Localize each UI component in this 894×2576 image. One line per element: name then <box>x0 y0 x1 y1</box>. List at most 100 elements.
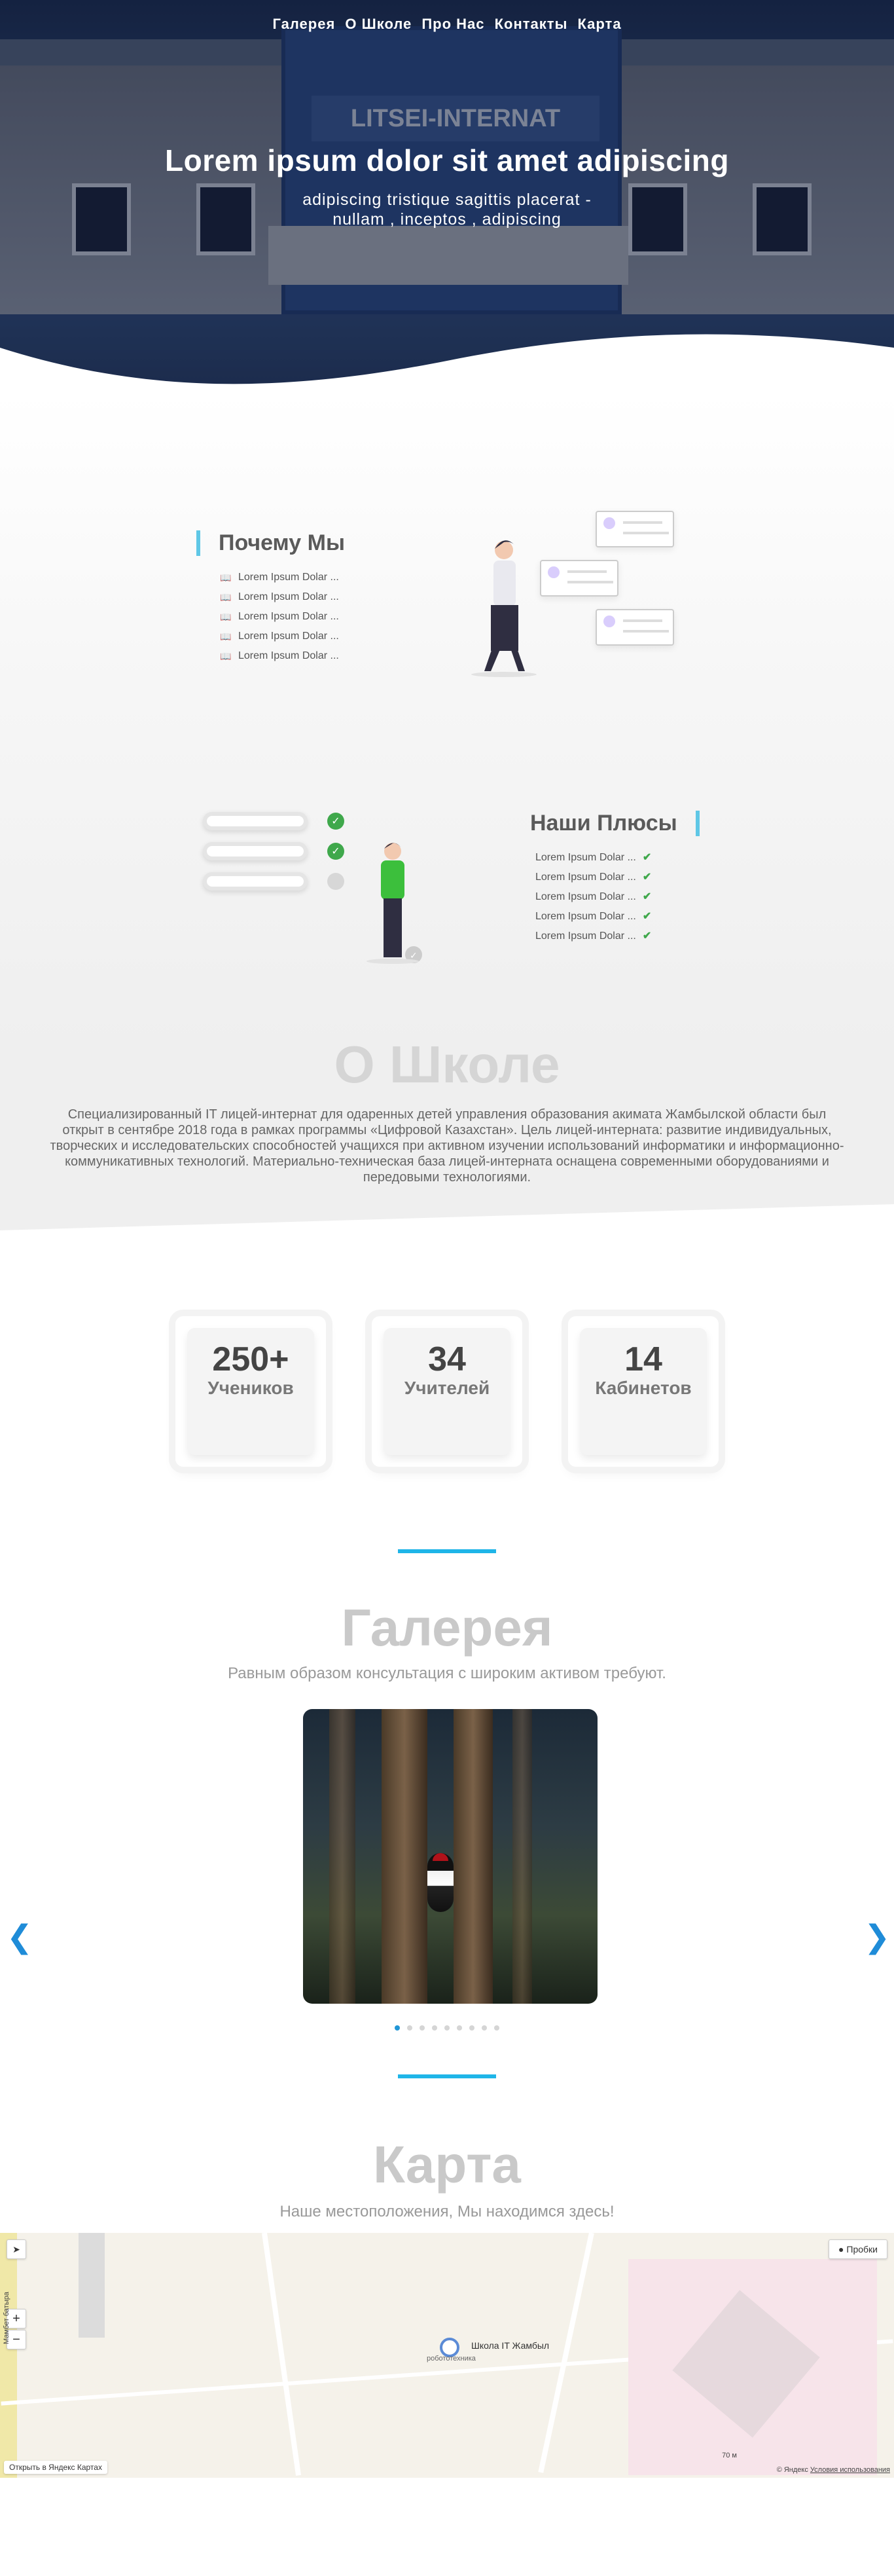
list-item: 📖 Lorem Ipsum Dolar ... <box>196 607 345 627</box>
pagination-dot-active[interactable] <box>394 2025 400 2031</box>
pagination-dot[interactable] <box>419 2025 425 2031</box>
why-us-title: Почему Мы <box>196 530 345 556</box>
pagination-dot[interactable] <box>457 2025 463 2031</box>
check-icon: ✔ <box>642 911 652 922</box>
map-building <box>79 2233 105 2338</box>
stat-card-students: 250+ Учеников <box>175 1316 326 1467</box>
tree-trunk <box>382 1709 427 2004</box>
locate-icon[interactable]: ➤ <box>7 2239 26 2259</box>
check-icon: ✓ <box>327 843 344 860</box>
section-divider <box>398 1549 496 1553</box>
gallery-section: Галерея Равным образом консультация с ши… <box>0 1526 894 2115</box>
traffic-icon: ● <box>838 2244 847 2254</box>
illustration-card <box>596 511 674 547</box>
stat-card-classrooms: 14 Кабинетов <box>568 1316 719 1467</box>
map-scale: 70 м <box>722 2452 737 2459</box>
stat-label: Учеников <box>207 1378 294 1398</box>
location-sublabel: робототехника <box>427 2355 476 2363</box>
illustration-pill <box>203 842 308 860</box>
nav-link-contacts[interactable]: Контакты <box>495 16 568 32</box>
list-item: 📖 Lorem Ipsum Dolar ... <box>196 568 345 587</box>
check-icon: ✓ <box>327 813 344 830</box>
stat-number: 34 <box>428 1340 466 1378</box>
map-title: Карта <box>373 2135 521 2194</box>
map-copyright: © Яндекс Условия использования <box>776 2466 890 2474</box>
stats-section: 250+ Учеников 34 Учителей 14 Кабинетов <box>0 1277 894 1526</box>
features-section: Почему Мы 📖 Lorem Ipsum Dolar ... 📖 Lorem … <box>0 393 894 1048</box>
traffic-button[interactable]: ● Пробки <box>829 2239 887 2259</box>
illustration-pill <box>203 872 308 891</box>
illustration-card <box>596 609 674 646</box>
list-item: Lorem Ipsum Dolar ... ✔ <box>535 891 652 902</box>
nav-link-about-us[interactable]: Про Нас <box>421 16 484 32</box>
nav-link-map[interactable]: Карта <box>577 16 621 32</box>
pagination-dot[interactable] <box>494 2025 500 2031</box>
section-divider <box>398 2074 496 2078</box>
street-label: Мамбет батыра <box>3 2292 10 2344</box>
person-illustration: ✓ <box>367 843 422 964</box>
list-item: 📖 Lorem Ipsum Dolar ... <box>196 627 345 646</box>
hero-subtitle: adipiscing tristique sagittis placerat -… <box>0 190 894 229</box>
stat-number: 14 <box>624 1340 662 1378</box>
terms-link[interactable]: Условия использования <box>810 2466 890 2474</box>
gallery-pagination <box>0 2021 894 2033</box>
our-advantages-list: Lorem Ipsum Dolar ... ✔ Lorem Ipsum Dolar… <box>530 848 700 946</box>
about-title: О Школе <box>334 1035 560 1094</box>
pagination-dot[interactable] <box>469 2025 475 2031</box>
illustration-person-cards <box>445 504 681 681</box>
map-subtitle: Наше местоположения, Мы находимся здесь! <box>279 2203 615 2220</box>
hero-subtitle-line1: adipiscing tristique sagittis placerat - <box>302 191 592 209</box>
hero-subtitle-line2: nullam , inceptos , adipiscing <box>332 210 562 229</box>
pagination-dot[interactable] <box>444 2025 450 2031</box>
gallery-next-arrow-icon[interactable]: ❯ <box>864 1919 890 1955</box>
book-icon: 📖 <box>220 572 232 583</box>
gallery-subtitle: Равным образом консультация с широким ак… <box>228 1665 666 1682</box>
our-advantages-title: Наши Плюсы <box>530 811 700 836</box>
list-item: Lorem Ipsum Dolar ... ✔ <box>535 911 652 922</box>
yandex-map[interactable]: ➤ + − ● Пробки Мамбет батыра Школа IT Жа… <box>0 2233 894 2478</box>
nav-link-about-school[interactable]: О Школе <box>345 16 412 32</box>
hero-wave <box>0 334 894 393</box>
list-item: Lorem Ipsum Dolar ... ✔ <box>535 852 652 863</box>
about-section: О Школе Специализированный IT лицей-инте… <box>0 1035 894 1277</box>
location-label: Школа IT Жамбыл <box>471 2340 550 2351</box>
book-icon: 📖 <box>220 631 232 642</box>
book-icon: 📖 <box>220 651 232 661</box>
map-section: Карта Наше местоположения, Мы находимся … <box>0 2115 894 2478</box>
check-icon: ✔ <box>642 852 652 863</box>
gallery-prev-arrow-icon[interactable]: ❮ <box>7 1919 33 1955</box>
pagination-dot[interactable] <box>482 2025 488 2031</box>
list-item: Lorem Ipsum Dolar ... ✔ <box>535 930 652 942</box>
stat-label: Кабинетов <box>595 1378 692 1398</box>
illustration-card <box>540 560 618 597</box>
empty-check-icon <box>327 873 344 890</box>
list-item: 📖 Lorem Ipsum Dolar ... <box>196 646 345 666</box>
tree-trunk <box>512 1709 532 2004</box>
pagination-dot[interactable] <box>406 2025 412 2031</box>
stat-card-inner: 250+ Учеников <box>187 1328 314 1455</box>
pagination-dot[interactable] <box>431 2025 437 2031</box>
map-road <box>262 2233 302 2476</box>
list-item: 📖 Lorem Ipsum Dolar ... <box>196 587 345 607</box>
book-icon: 📖 <box>220 592 232 602</box>
our-advantages-block: Наши Плюсы Lorem Ipsum Dolar ... ✔ Lorem … <box>530 811 700 946</box>
map-road <box>0 2233 17 2478</box>
stat-card-teachers: 34 Учителей <box>372 1316 522 1467</box>
stat-number: 250+ <box>212 1340 289 1378</box>
gallery-slide-image[interactable] <box>303 1709 598 2004</box>
why-us-block: Почему Мы 📖 Lorem Ipsum Dolar ... 📖 Lorem … <box>196 530 345 666</box>
stat-card-inner: 34 Учителей <box>384 1328 510 1455</box>
list-item: Lorem Ipsum Dolar ... ✔ <box>535 872 652 883</box>
illustration-pill <box>203 812 308 830</box>
nav-link-gallery[interactable]: Галерея <box>272 16 335 32</box>
stat-label: Учителей <box>404 1378 490 1398</box>
open-in-yandex-maps-link[interactable]: Открыть в Яндекс Картах <box>4 2461 107 2474</box>
check-icon: ✔ <box>642 891 652 902</box>
hero-title: Lorem ipsum dolor sit amet adipiscing <box>165 143 729 177</box>
stat-card-inner: 14 Кабинетов <box>580 1328 707 1455</box>
map-road <box>538 2233 594 2473</box>
why-us-list: 📖 Lorem Ipsum Dolar ... 📖 Lorem Ipsum Dola… <box>196 568 345 666</box>
woodpecker-bird <box>427 1853 454 1912</box>
top-nav: Галерея О Школе Про Нас Контакты Карта <box>0 16 894 33</box>
check-icon: ✔ <box>642 930 652 942</box>
